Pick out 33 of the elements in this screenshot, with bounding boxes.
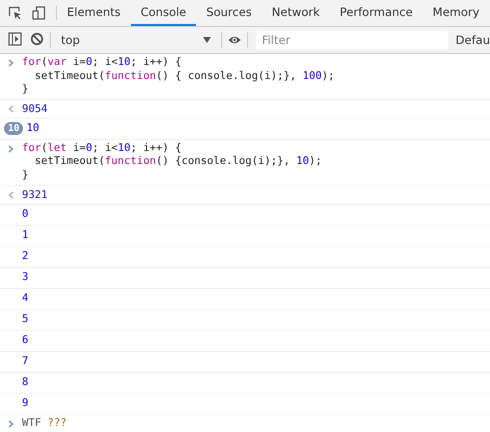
context-dropdown[interactable]: top xyxy=(56,33,215,47)
tab[interactable]: Elements xyxy=(57,0,131,26)
prompt-chevron-icon xyxy=(8,59,14,67)
code-text: for(var i=0; i<10; i++) { setTimeout(function() { console.log(i);}, 100); } xyxy=(22,56,335,97)
levels-dropdown[interactable]: Defau xyxy=(456,33,490,47)
prompt-chevron-icon xyxy=(8,420,14,428)
log-output: 6 xyxy=(22,333,28,348)
device-icon xyxy=(32,6,46,20)
log-output: 7 xyxy=(22,354,28,370)
filter-field[interactable]: Filter xyxy=(256,31,448,49)
log-output: 9 xyxy=(22,396,28,412)
code-text: for(let i=0; i<10; i++) { setTimeout(function() {console.log(i);}, 10); } xyxy=(22,142,322,183)
log-output: 4 xyxy=(22,291,28,306)
tab[interactable]: Performance xyxy=(330,0,423,26)
prompt-input[interactable]: WTF ??? xyxy=(22,416,67,430)
repeat-count-badge: 10 xyxy=(4,122,24,136)
tab[interactable]: Memory xyxy=(422,0,490,26)
log-output: 2 xyxy=(22,249,28,264)
sidebar-toggle-icon xyxy=(8,32,22,46)
tab[interactable]: Sources xyxy=(196,0,262,26)
clear-icon xyxy=(30,32,44,46)
inspect-icon xyxy=(8,6,22,20)
log-output: 10 xyxy=(26,121,40,136)
prompt-chevron-icon xyxy=(8,144,14,153)
result-value: 9054 xyxy=(22,102,48,116)
tab[interactable]: Network xyxy=(262,0,330,26)
result-value: 9321 xyxy=(22,188,48,202)
log-output: 0 xyxy=(22,207,28,222)
log-output: 5 xyxy=(22,312,28,328)
log-output: 1 xyxy=(22,228,28,244)
log-output: 8 xyxy=(22,375,28,390)
dropdown-arrow-icon xyxy=(202,37,211,43)
log-output: 3 xyxy=(22,270,28,286)
